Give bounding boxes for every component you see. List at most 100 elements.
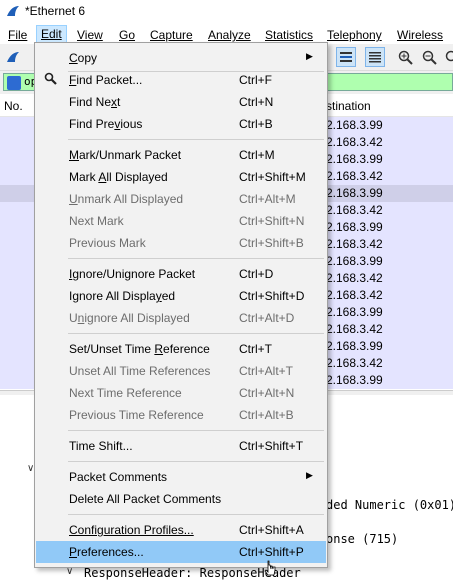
- menu-item-ignore-unignore[interactable]: Ignore/Unignore Packet Ctrl+D: [36, 263, 326, 285]
- menu-item-shortcut: Ctrl+M: [239, 148, 275, 162]
- start-capture-icon[interactable]: [3, 47, 23, 67]
- menu-item-configuration-profiles[interactable]: Configuration Profiles... Ctrl+Shift+A: [36, 519, 326, 541]
- menu-item-shortcut: Ctrl+F: [239, 73, 272, 87]
- menu-item-shortcut: Ctrl+Shift+M: [239, 170, 306, 184]
- menu-item-label: Previous Mark: [69, 236, 146, 250]
- menu-item-previous-time-reference[interactable]: Previous Time Reference Ctrl+Alt+B: [36, 404, 326, 426]
- destination-cell: 2.168.3.42: [326, 237, 383, 251]
- menu-file[interactable]: File: [4, 26, 31, 44]
- menu-telephony-label: Telephony: [327, 28, 382, 42]
- colorize-icon[interactable]: [336, 47, 356, 67]
- detail-line[interactable]: onse (715): [326, 532, 398, 546]
- menu-item-delete-all-packet-comments[interactable]: Delete All Packet Comments: [36, 488, 326, 510]
- destination-cell: 2.168.3.99: [326, 254, 383, 268]
- destination-cell: 2.168.3.99: [326, 339, 383, 353]
- zoom-in-icon[interactable]: [395, 47, 415, 67]
- menu-item-label: Unset All Time References: [69, 364, 211, 378]
- menu-item-shortcut: Ctrl+N: [239, 95, 274, 109]
- menu-view-label: View: [77, 28, 103, 42]
- menu-item-label: Mark All Displayed: [69, 170, 168, 184]
- menu-wireless[interactable]: Wireless: [393, 26, 447, 44]
- menu-item-copy[interactable]: Copy ▶: [36, 47, 326, 69]
- menu-item-label: Packet Comments: [69, 470, 168, 484]
- column-no[interactable]: No.: [4, 99, 23, 113]
- menu-item-label: Find Packet...: [69, 73, 143, 87]
- menu-item-shortcut: Ctrl+Shift+N: [239, 214, 305, 228]
- destination-cell: 2.168.3.99: [326, 186, 383, 200]
- menu-item-shortcut: Ctrl+Shift+D: [239, 289, 305, 303]
- menu-wireless-label: Wireless: [397, 28, 444, 42]
- menu-statistics-label: Statistics: [265, 28, 314, 42]
- menu-separator: [68, 461, 324, 462]
- menu-item-shortcut: Ctrl+Alt+M: [239, 192, 296, 206]
- menu-item-set-time-reference[interactable]: Set/Unset Time Reference Ctrl+T: [36, 338, 326, 360]
- menu-item-label: Delete All Packet Comments: [69, 492, 222, 506]
- menu-item-find-packet[interactable]: Find Packet... Ctrl+F: [36, 69, 326, 91]
- menu-item-unignore-all-displayed[interactable]: Unignore All Displayed Ctrl+Alt+D: [36, 307, 326, 329]
- menu-separator: [68, 139, 324, 140]
- destination-cell: 2.168.3.42: [326, 203, 383, 217]
- menu-item-label: Ignore/Unignore Packet: [69, 267, 196, 281]
- menu-separator: [68, 258, 324, 259]
- auto-scroll-icon[interactable]: [365, 47, 385, 67]
- zoom-out-icon[interactable]: [419, 47, 439, 67]
- menu-item-label: Next Time Reference: [69, 386, 182, 400]
- menu-item-mark-unmark[interactable]: Mark/Unmark Packet Ctrl+M: [36, 144, 326, 166]
- column-destination[interactable]: stination: [326, 99, 371, 113]
- menu-file-label: File: [8, 28, 28, 42]
- menu-item-time-shift[interactable]: Time Shift... Ctrl+Shift+T: [36, 435, 326, 457]
- destination-cell: 2.168.3.99: [326, 373, 383, 387]
- menu-separator: [68, 514, 324, 515]
- menu-item-find-previous[interactable]: Find Previous Ctrl+B: [36, 113, 326, 135]
- menu-item-shortcut: Ctrl+D: [239, 267, 274, 281]
- destination-cell: 2.168.3.99: [326, 305, 383, 319]
- submenu-arrow-icon: ▶: [306, 51, 313, 61]
- filter-bookmark-icon[interactable]: [7, 76, 21, 90]
- menu-item-shortcut: Ctrl+Alt+N: [239, 386, 295, 400]
- menu-item-label: Unmark All Displayed: [69, 192, 184, 206]
- destination-cell: 2.168.3.99: [326, 220, 383, 234]
- menu-item-previous-mark[interactable]: Previous Mark Ctrl+Shift+B: [36, 232, 326, 254]
- menu-telephony[interactable]: Telephony: [323, 26, 386, 44]
- detail-line[interactable]: ded Numeric (0x01): [326, 498, 453, 512]
- menu-item-shortcut: Ctrl+B: [239, 117, 273, 131]
- destination-cell: 2.168.3.42: [326, 135, 383, 149]
- menu-item-mark-all-displayed[interactable]: Mark All Displayed Ctrl+Shift+M: [36, 166, 326, 188]
- menu-item-shortcut: Ctrl+Shift+P: [239, 545, 304, 559]
- menu-item-label: Find Previous: [69, 117, 143, 131]
- menu-item-label: Next Mark: [69, 214, 124, 228]
- destination-cell: 2.168.3.42: [326, 356, 383, 370]
- menu-item-shortcut: Ctrl+Alt+T: [239, 364, 294, 378]
- mouse-cursor-icon: [264, 560, 276, 576]
- edit-menu-dropdown: Copy ▶ Find Packet... Ctrl+F Find Next C…: [34, 42, 328, 568]
- menu-item-packet-comments[interactable]: Packet Comments ▶: [36, 466, 326, 488]
- menu-item-label: Time Shift...: [69, 439, 133, 453]
- menu-item-label: Find Next: [69, 95, 121, 109]
- menu-bar: File Edit View Go Capture Analyze Statis…: [0, 24, 453, 44]
- menu-separator: [68, 333, 324, 334]
- menu-edit-label: Edit: [41, 27, 62, 41]
- menu-item-find-next[interactable]: Find Next Ctrl+N: [36, 91, 326, 113]
- menu-item-label: Previous Time Reference: [69, 408, 204, 422]
- menu-analyze-label: Analyze: [208, 28, 251, 42]
- menu-item-label: Copy: [69, 51, 98, 65]
- menu-item-ignore-all-displayed[interactable]: Ignore All Displayed Ctrl+Shift+D: [36, 285, 326, 307]
- menu-capture-label: Capture: [150, 28, 193, 42]
- menu-item-label: Preferences...: [69, 545, 144, 559]
- menu-separator: [68, 430, 324, 431]
- menu-item-unmark-all-displayed[interactable]: Unmark All Displayed Ctrl+Alt+M: [36, 188, 326, 210]
- menu-item-label: Set/Unset Time Reference: [69, 342, 210, 356]
- wireshark-fin-icon: [7, 6, 19, 16]
- destination-cell: 2.168.3.42: [326, 288, 383, 302]
- zoom-reset-icon[interactable]: [442, 47, 453, 67]
- menu-go-label: Go: [119, 28, 136, 42]
- menu-item-label: Configuration Profiles...: [69, 523, 194, 537]
- submenu-arrow-icon: ▶: [306, 470, 313, 480]
- menu-item-unset-all-time-references[interactable]: Unset All Time References Ctrl+Alt+T: [36, 360, 326, 382]
- menu-item-next-mark[interactable]: Next Mark Ctrl+Shift+N: [36, 210, 326, 232]
- menu-item-shortcut: Ctrl+Shift+T: [239, 439, 304, 453]
- menu-item-shortcut: Ctrl+Shift+A: [239, 523, 304, 537]
- menu-item-shortcut: Ctrl+T: [239, 342, 272, 356]
- menu-item-next-time-reference[interactable]: Next Time Reference Ctrl+Alt+N: [36, 382, 326, 404]
- menu-item-preferences[interactable]: Preferences... Ctrl+Shift+P: [36, 541, 326, 563]
